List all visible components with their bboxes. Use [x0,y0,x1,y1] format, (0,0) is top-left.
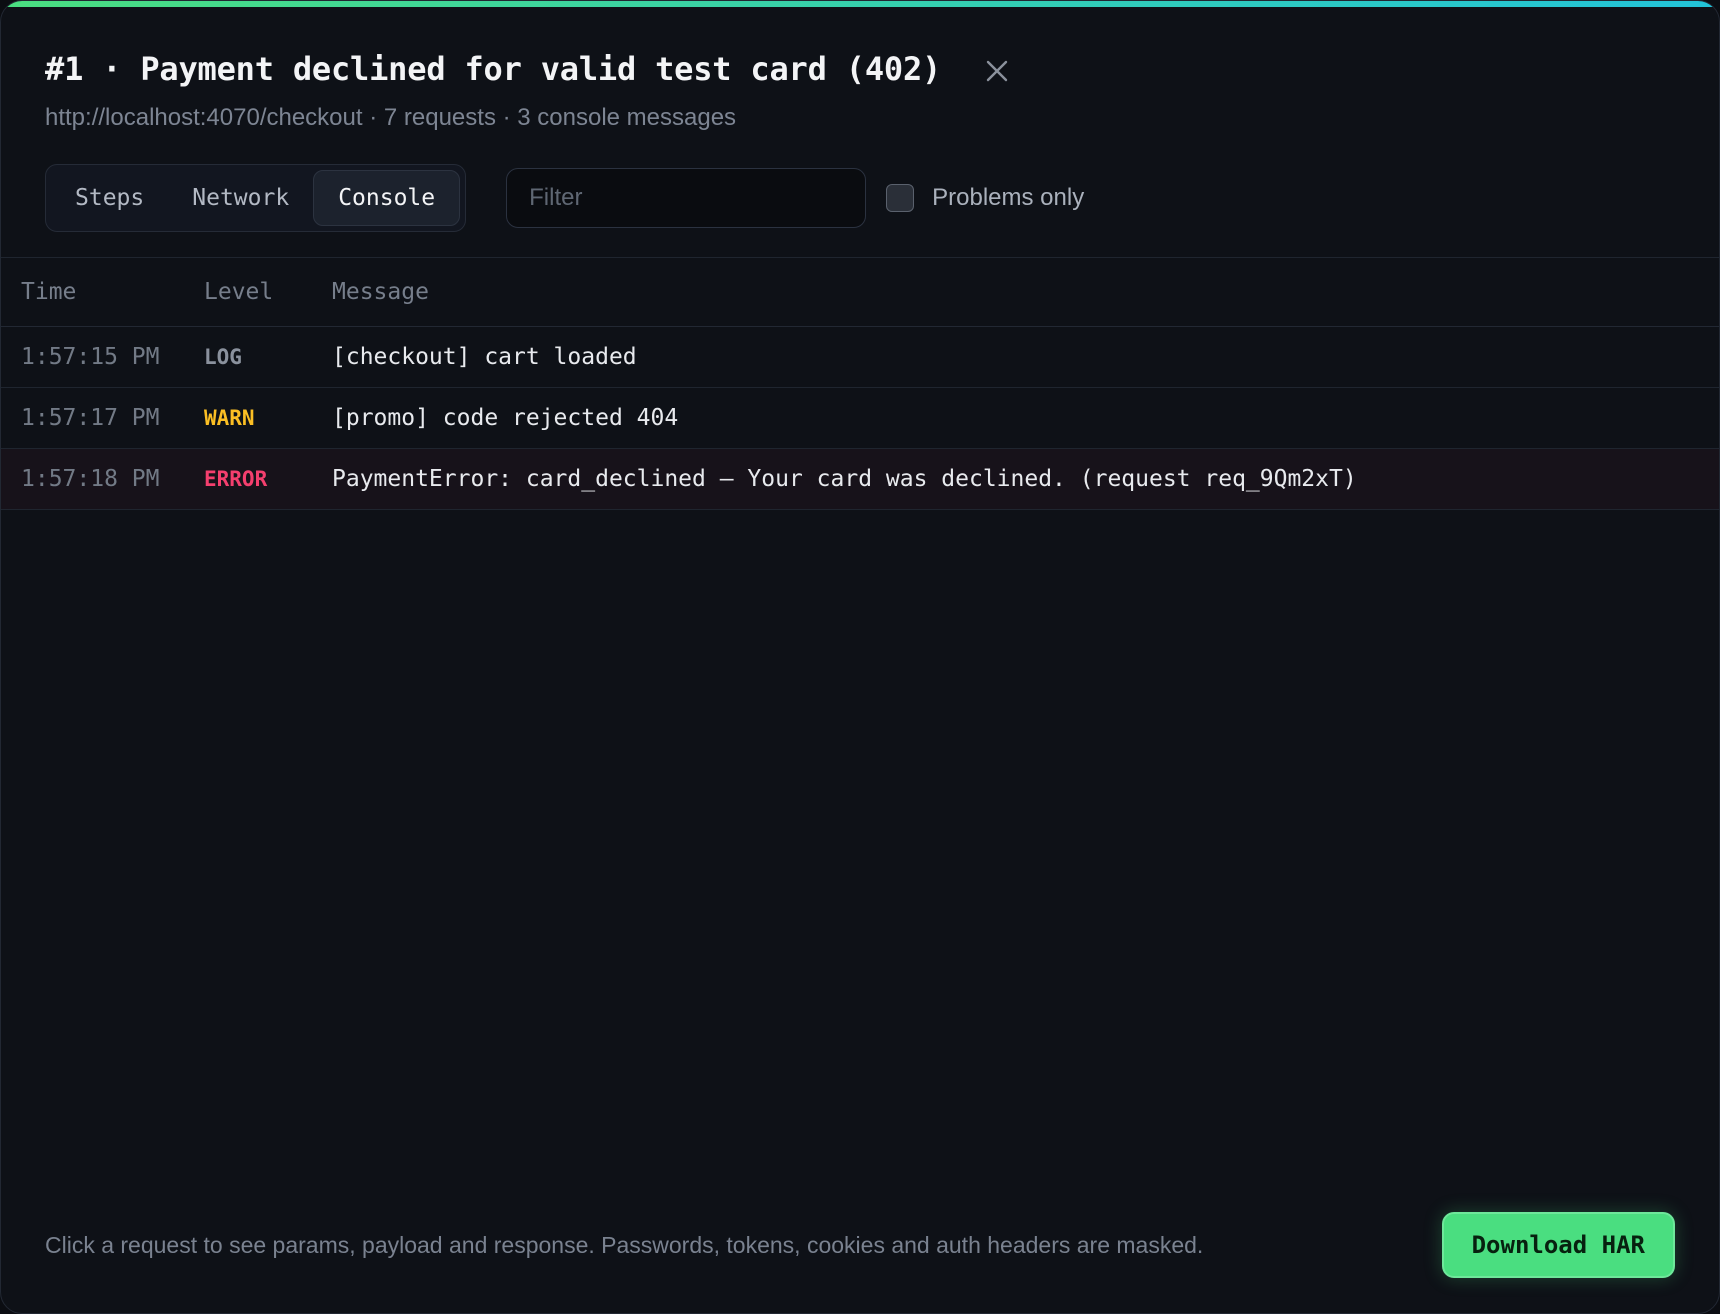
table-row[interactable]: 1:57:17 PM WARN [promo] code rejected 40… [1,388,1719,449]
row-time: 1:57:18 PM [21,466,160,492]
tab-group: Steps Network Console [45,164,467,232]
column-header-message: Message [332,279,429,305]
filter-input[interactable] [506,168,867,228]
table-row[interactable]: 1:57:15 PM LOG [checkout] cart loaded [1,327,1719,388]
accent-bar [1,1,1719,7]
tab-console[interactable]: Console [313,170,461,226]
row-level-error: ERROR [204,467,268,491]
console-table: Time Level Message 1:57:15 PM LOG [check… [1,257,1719,510]
close-button[interactable] [981,57,1013,89]
row-message: PaymentError: card_declined — Your card … [332,466,1357,492]
modal-header: #1 · Payment declined for valid test car… [45,45,1675,135]
column-header-level: Level [204,279,274,305]
tab-steps[interactable]: Steps [51,170,168,226]
row-level-log: LOG [204,345,242,369]
close-icon [985,59,1009,88]
page-title: #1 · Payment declined for valid test car… [45,50,942,88]
problems-only-toggle[interactable]: Problems only [886,184,1084,212]
title-row: #1 · Payment declined for valid test car… [45,45,1675,93]
problems-only-checkbox[interactable] [886,184,915,212]
row-time: 1:57:15 PM [21,344,160,370]
problems-only-label: Problems only [932,184,1085,211]
page-subtitle: http://localhost:4070/checkout · 7 reque… [45,104,737,131]
row-level-warn: WARN [204,406,255,430]
row-time: 1:57:17 PM [21,405,160,431]
row-message: [promo] code rejected 404 [332,405,679,431]
download-har-button[interactable]: Download HAR [1441,1212,1675,1278]
console-modal: #1 · Payment declined for valid test car… [0,0,1720,1314]
tab-network[interactable]: Network [168,170,313,226]
row-message: [checkout] cart loaded [332,344,637,370]
table-header-row: Time Level Message [1,258,1719,327]
column-header-time: Time [21,279,77,305]
toolbar: Steps Network Console Problems only [45,164,1084,232]
modal-footer: Click a request to see params, payload a… [45,1211,1675,1279]
footer-note: Click a request to see params, payload a… [45,1231,1204,1258]
table-row-error[interactable]: 1:57:18 PM ERROR PaymentError: card_decl… [1,449,1719,510]
